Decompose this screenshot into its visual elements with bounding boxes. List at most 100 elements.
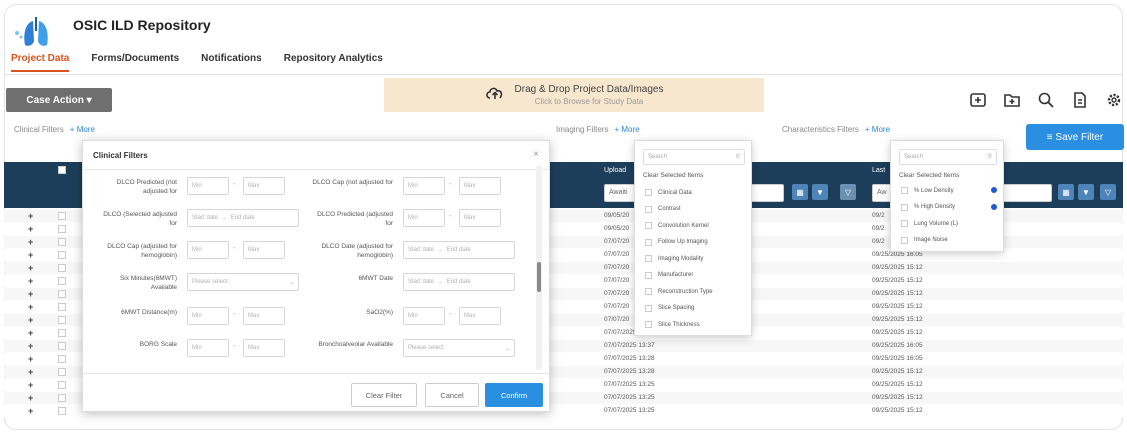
right-min-input-0[interactable]: Min — [403, 177, 445, 195]
expand-row-icon[interactable]: + — [28, 210, 33, 222]
case-action-button[interactable]: Case Action ▾ — [6, 88, 112, 112]
confirm-button[interactable]: Confirm — [485, 383, 543, 407]
imaging-filter-option[interactable]: Slice Thickness — [645, 321, 700, 328]
left-select-3[interactable]: Please select ⌄ — [187, 273, 299, 291]
expand-row-icon[interactable]: + — [28, 236, 33, 248]
search-icon[interactable] — [1036, 90, 1056, 110]
row-checkbox[interactable] — [58, 407, 66, 415]
calendar-icon[interactable]: ▦ — [792, 184, 808, 200]
characteristics-filter-option[interactable]: Image Noise — [901, 236, 948, 244]
row-checkbox[interactable] — [58, 394, 66, 402]
option-checkbox[interactable] — [901, 203, 908, 211]
imaging-filter-option[interactable]: Reconstruction Type — [645, 288, 713, 295]
left-min-input-4[interactable]: Min — [187, 307, 229, 325]
row-checkbox[interactable] — [58, 264, 66, 272]
imaging-filter-option[interactable]: Follow Up Imaging — [645, 238, 708, 246]
row-checkbox[interactable] — [58, 355, 66, 363]
imaging-filter-option[interactable]: Imaging Modality — [645, 255, 703, 262]
option-checkbox[interactable] — [645, 255, 652, 262]
expand-row-icon[interactable]: + — [28, 353, 33, 365]
imaging-filter-option[interactable]: Slice Spacing — [645, 304, 694, 312]
right-max-input-4[interactable]: Max — [459, 307, 501, 325]
option-checkbox[interactable] — [901, 236, 908, 244]
option-checkbox[interactable] — [645, 288, 652, 295]
left-min-input-2[interactable]: Min — [187, 241, 229, 259]
characteristics-search-input[interactable]: Search ⚲ — [899, 149, 997, 165]
imaging-clear-selected[interactable]: Clear Selected Items — [643, 172, 703, 179]
row-checkbox[interactable] — [58, 316, 66, 324]
expand-row-icon[interactable]: + — [28, 392, 33, 404]
left-max-input-0[interactable]: Max — [243, 177, 285, 195]
row-checkbox[interactable] — [58, 212, 66, 220]
calendar-icon[interactable]: ▦ — [1058, 184, 1074, 200]
tab-notifications[interactable]: Notifications — [201, 53, 262, 72]
characteristics-filter-option[interactable]: Lung Volume (L) — [901, 220, 958, 227]
cancel-button[interactable]: Cancel — [425, 383, 479, 407]
tab-forms-documents[interactable]: Forms/Documents — [91, 53, 179, 72]
right-date-range-2[interactable]: Start date → End date — [403, 241, 515, 259]
option-checkbox[interactable] — [645, 189, 652, 196]
imaging-filters-more-link[interactable]: + More — [614, 125, 639, 134]
expand-row-icon[interactable]: + — [28, 223, 33, 235]
row-checkbox[interactable] — [58, 277, 66, 285]
left-min-input-0[interactable]: Min — [187, 177, 229, 195]
characteristics-filter-option[interactable]: % High Density — [901, 203, 955, 211]
gear-icon[interactable] — [1104, 90, 1124, 110]
row-checkbox[interactable] — [58, 238, 66, 246]
option-checkbox[interactable] — [645, 304, 652, 312]
row-checkbox[interactable] — [58, 251, 66, 259]
right-max-input-0[interactable]: Max — [459, 177, 501, 195]
left-max-input-2[interactable]: Max — [243, 241, 285, 259]
option-checkbox[interactable] — [645, 321, 652, 328]
characteristics-filter-option[interactable]: % Low Density — [901, 187, 954, 194]
tab-project-data[interactable]: Project Data — [11, 53, 70, 72]
clear-filter-icon[interactable]: ▽ — [840, 184, 856, 200]
save-filter-button[interactable]: ≡ Save Filter — [1026, 124, 1124, 150]
expand-row-icon[interactable]: + — [28, 288, 33, 300]
right-date-range-3[interactable]: Start date → End date — [403, 273, 515, 291]
option-checkbox[interactable] — [645, 271, 652, 279]
option-checkbox[interactable] — [645, 205, 652, 213]
modal-scrollbar-thumb[interactable] — [537, 262, 541, 292]
row-checkbox[interactable] — [58, 342, 66, 350]
row-checkbox[interactable] — [58, 368, 66, 376]
row-checkbox[interactable] — [58, 381, 66, 389]
expand-row-icon[interactable]: + — [28, 340, 33, 352]
expand-row-icon[interactable]: + — [28, 366, 33, 378]
left-max-input-4[interactable]: Max — [243, 307, 285, 325]
row-checkbox[interactable] — [58, 290, 66, 298]
characteristics-filters-more-link[interactable]: + More — [865, 125, 890, 134]
imaging-filter-option[interactable]: Clinical Data — [645, 189, 692, 196]
left-max-input-5[interactable]: Max — [243, 339, 285, 357]
expand-row-icon[interactable]: + — [28, 262, 33, 274]
row-checkbox[interactable] — [58, 225, 66, 233]
characteristics-clear-selected[interactable]: Clear Selected Items — [899, 172, 959, 179]
clear-filter-button[interactable]: Clear Filter — [351, 383, 417, 407]
option-checkbox[interactable] — [901, 220, 908, 227]
imaging-filter-option[interactable]: Contrast — [645, 205, 681, 213]
imaging-search-input[interactable]: Search ⚲ — [643, 149, 745, 165]
right-max-input-1[interactable]: Max — [459, 209, 501, 227]
right-min-input-1[interactable]: Min — [403, 209, 445, 227]
filter-icon[interactable]: ▼ — [812, 184, 828, 200]
imaging-filter-option[interactable]: Manufacturer — [645, 271, 693, 279]
tab-repository-analytics[interactable]: Repository Analytics — [284, 53, 383, 72]
clinical-filters-more-link[interactable]: + More — [70, 125, 95, 134]
expand-row-icon[interactable]: + — [28, 249, 33, 261]
document-icon[interactable] — [1070, 90, 1090, 110]
upload-dropzone[interactable]: Drag & Drop Project Data/Images Click to… — [384, 78, 764, 112]
option-checkbox[interactable] — [645, 238, 652, 246]
close-icon[interactable]: × — [533, 149, 539, 160]
left-date-range-1[interactable]: Start date → End date — [187, 209, 299, 227]
expand-row-icon[interactable]: + — [28, 275, 33, 287]
left-min-input-5[interactable]: Min — [187, 339, 229, 357]
option-checkbox[interactable] — [901, 187, 908, 194]
expand-row-icon[interactable]: + — [28, 405, 33, 417]
imaging-filter-option[interactable]: Convolution Kernel — [645, 222, 709, 229]
add-folder-icon[interactable] — [1002, 90, 1022, 110]
add-image-icon[interactable] — [968, 90, 988, 110]
filter-icon[interactable]: ▼ — [1078, 184, 1094, 200]
expand-row-icon[interactable]: + — [28, 301, 33, 313]
clear-filter-icon[interactable]: ▽ — [1100, 184, 1116, 200]
expand-row-icon[interactable]: + — [28, 379, 33, 391]
